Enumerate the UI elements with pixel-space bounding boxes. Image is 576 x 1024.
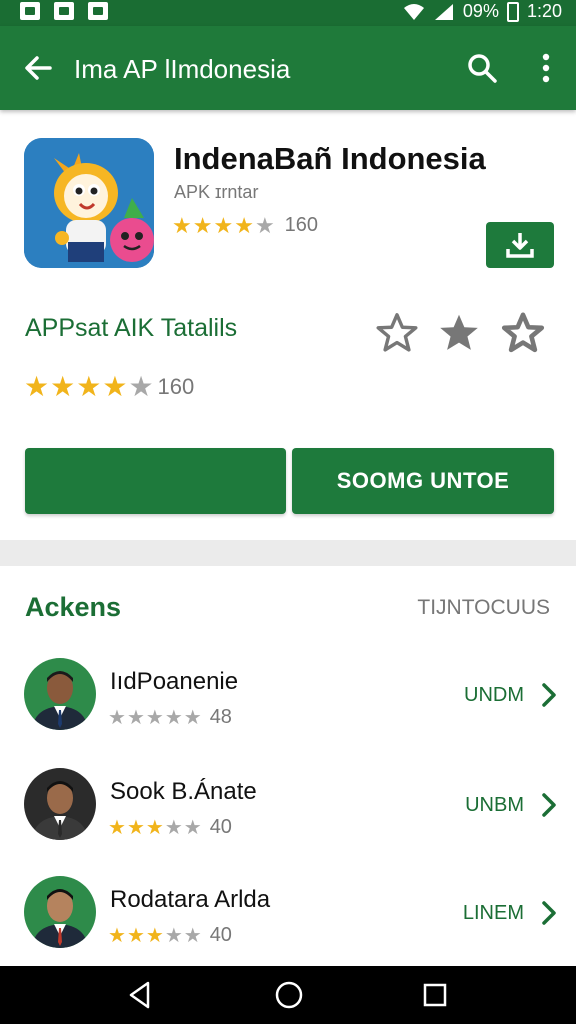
star-empty-icon: ★	[164, 924, 183, 947]
rating-count: 48	[209, 706, 232, 728]
avatar	[24, 876, 96, 948]
item-action[interactable]: UNDM	[464, 684, 524, 707]
avatar	[24, 768, 96, 840]
image-notification-icon	[54, 2, 74, 20]
star-empty-icon: ★	[164, 706, 183, 729]
star-rating: ★ ★ ★ ★ ★	[108, 818, 202, 838]
app-icon[interactable]	[24, 138, 154, 268]
star-filled-icon: ★	[76, 371, 102, 402]
star-empty-icon: ★	[254, 212, 275, 238]
star-filled-icon: ★	[234, 212, 254, 238]
screen: 09% 1:20 Ima AP lImdonesia IndenaBañ Ind…	[0, 0, 576, 1024]
app-subtitle: APK ɪrntar	[174, 182, 259, 202]
item-name: IıdPoanenie	[110, 668, 239, 695]
download-icon	[506, 233, 534, 258]
notification-icon	[20, 2, 40, 20]
app-name: IndenaBañ Indonesia	[174, 141, 486, 176]
rating-count: 40	[209, 816, 232, 838]
chevron-right-icon[interactable]	[538, 792, 560, 818]
details-title: APPsat AIK Tatalils	[25, 314, 238, 342]
app-bar: Ima AP lImdonesia	[0, 26, 576, 110]
details-rating: ★ ★ ★ ★ ★ 160	[24, 373, 194, 401]
download-button[interactable]	[486, 222, 554, 268]
star-rating: ★ ★ ★ ★ ★	[108, 708, 202, 728]
app-rating: ★ ★ ★ ★ ★ 160	[172, 214, 318, 237]
mascot-icon	[24, 138, 154, 268]
star-rating: ★ ★ ★ ★ ★	[108, 926, 202, 946]
star-empty-icon: ★	[183, 816, 202, 839]
secondary-action-button[interactable]: SOOMG UNTOE	[292, 448, 554, 514]
star-empty-icon: ★	[108, 706, 126, 729]
back-arrow-icon[interactable]	[22, 52, 54, 84]
star-filled-icon: ★	[145, 816, 164, 839]
star-filled-icon: ★	[24, 371, 50, 402]
section-divider	[0, 540, 576, 566]
see-all-link[interactable]: TIJNTOCUUS	[417, 596, 550, 620]
wifi-icon	[403, 3, 424, 20]
item-rating: ★ ★ ★ ★ ★ 48	[108, 706, 232, 729]
star-empty-icon: ★	[126, 706, 145, 729]
app-bar-title: Ima AP lImdonesia	[74, 54, 291, 84]
item-action[interactable]: LINEM	[463, 902, 524, 925]
rating-count: 40	[209, 924, 232, 946]
search-icon[interactable]	[466, 52, 498, 84]
rating-count: 160	[157, 374, 195, 399]
list-title: Ackens	[25, 592, 122, 622]
battery-text: 09%	[462, 1, 499, 21]
battery-icon	[506, 1, 519, 22]
star-filled-icon: ★	[108, 816, 126, 839]
star-outline-icon[interactable]	[374, 310, 420, 356]
star-filled-icon: ★	[172, 212, 192, 238]
star-empty-icon: ★	[128, 371, 154, 402]
star-empty-icon: ★	[183, 924, 202, 947]
star-filled-icon: ★	[213, 212, 234, 238]
star-filled-icon: ★	[50, 371, 76, 402]
rating-count: 160	[284, 214, 319, 236]
primary-action-button[interactable]	[25, 448, 286, 514]
star-empty-icon: ★	[164, 816, 183, 839]
star-filled-icon: ★	[126, 924, 145, 947]
star-rating: ★ ★ ★ ★ ★	[172, 212, 275, 238]
star-rating: ★ ★ ★ ★ ★	[24, 373, 154, 401]
item-rating: ★ ★ ★ ★ ★ 40	[108, 816, 232, 839]
clock: 1:20	[526, 1, 562, 21]
star-filled-icon: ★	[145, 924, 164, 947]
chevron-right-icon[interactable]	[538, 900, 560, 926]
navigation-bar	[0, 966, 576, 1024]
list-item[interactable]: IıdPoanenie ★ ★ ★ ★ ★ 48 UNDM	[0, 658, 576, 768]
chevron-right-icon[interactable]	[538, 682, 560, 708]
star-filled-icon: ★	[108, 924, 126, 947]
star-filled-icon: ★	[102, 371, 128, 402]
avatar	[24, 658, 96, 730]
star-filled-icon: ★	[192, 212, 213, 238]
item-name: Rodatara Arlda	[110, 886, 271, 913]
star-filled-icon[interactable]	[436, 310, 482, 356]
star-half-icon[interactable]	[500, 310, 546, 356]
star-empty-icon: ★	[183, 706, 202, 729]
item-name: Sook B.Ánate	[110, 778, 257, 805]
item-action[interactable]: UNBM	[465, 794, 524, 817]
nav-back-icon[interactable]	[126, 980, 154, 1010]
status-right: 09% 1:20	[403, 1, 562, 22]
item-rating: ★ ★ ★ ★ ★ 40	[108, 924, 232, 947]
camera-notification-icon	[88, 2, 108, 20]
more-vert-icon[interactable]	[534, 52, 558, 84]
nav-home-icon[interactable]	[274, 980, 304, 1010]
star-empty-icon: ★	[145, 706, 164, 729]
status-bar: 09% 1:20	[0, 0, 576, 26]
notification-icons	[20, 2, 108, 20]
signal-icon	[434, 3, 453, 20]
star-filled-icon: ★	[126, 816, 145, 839]
list-item[interactable]: Sook B.Ánate ★ ★ ★ ★ ★ 40 UNBM	[0, 768, 576, 878]
nav-recents-icon[interactable]	[422, 982, 448, 1008]
